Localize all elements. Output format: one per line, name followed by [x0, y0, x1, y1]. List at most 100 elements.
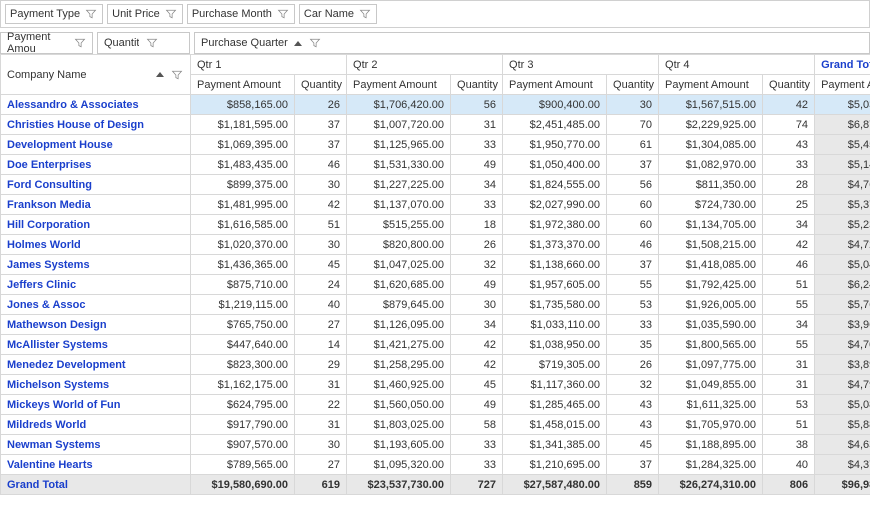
amount-cell[interactable]: $765,750.00 [191, 315, 295, 335]
qty-cell[interactable]: 30 [295, 235, 347, 255]
amount-cell[interactable]: $1,285,465.00 [503, 395, 607, 415]
qty-cell[interactable]: 51 [763, 275, 815, 295]
amount-cell[interactable]: $907,570.00 [191, 435, 295, 455]
filter-icon[interactable] [358, 7, 372, 21]
qty-cell[interactable]: 37 [295, 135, 347, 155]
qty-cell[interactable]: 55 [607, 275, 659, 295]
qty-cell[interactable]: 60 [607, 215, 659, 235]
hdr-qty[interactable]: Quantity [763, 75, 815, 95]
amount-cell[interactable]: $719,305.00 [503, 355, 607, 375]
qty-cell[interactable]: 32 [451, 255, 503, 275]
company-cell[interactable]: James Systems [1, 255, 191, 275]
amount-cell[interactable]: $1,097,775.00 [659, 355, 763, 375]
hdr-amount[interactable]: Payment Amount [503, 75, 607, 95]
qty-cell[interactable]: 55 [763, 295, 815, 315]
amount-cell[interactable]: $1,219,115.00 [191, 295, 295, 315]
amount-cell[interactable]: $1,162,175.00 [191, 375, 295, 395]
qty-cell[interactable]: 45 [607, 435, 659, 455]
qty-cell[interactable]: 45 [451, 375, 503, 395]
hdr-amount[interactable]: Payment Amount [347, 75, 451, 95]
amount-cell[interactable]: $875,710.00 [191, 275, 295, 295]
qty-cell[interactable]: 55 [763, 335, 815, 355]
amount-cell[interactable]: $1,373,370.00 [503, 235, 607, 255]
qty-cell[interactable]: 42 [763, 235, 815, 255]
company-cell[interactable]: Jones & Assoc [1, 295, 191, 315]
qty-cell[interactable]: 42 [763, 95, 815, 115]
company-cell[interactable]: McAllister Systems [1, 335, 191, 355]
gt-amount-cell[interactable]: $5,238,925.00 [815, 215, 870, 235]
amount-cell[interactable]: $1,134,705.00 [659, 215, 763, 235]
qty-cell[interactable]: 70 [607, 115, 659, 135]
filter-icon[interactable] [145, 36, 159, 50]
qty-cell[interactable]: 31 [451, 115, 503, 135]
gt-qty-cell[interactable]: 727 [451, 475, 503, 495]
amount-cell[interactable]: $1,227,225.00 [347, 175, 451, 195]
gt-amount-cell[interactable]: $6,246,425.00 [815, 275, 870, 295]
filter-chip[interactable]: Car Name [299, 4, 377, 24]
qty-cell[interactable]: 31 [295, 415, 347, 435]
gt-amount-cell[interactable]: $3,960,545.00 [815, 315, 870, 335]
qty-cell[interactable]: 30 [295, 175, 347, 195]
amount-cell[interactable]: $1,082,970.00 [659, 155, 763, 175]
gt-amount-cell[interactable]: $19,580,690.00 [191, 475, 295, 495]
amount-cell[interactable]: $1,137,070.00 [347, 195, 451, 215]
amount-cell[interactable]: $879,645.00 [347, 295, 451, 315]
company-cell[interactable]: Doe Enterprises [1, 155, 191, 175]
qty-cell[interactable]: 35 [607, 335, 659, 355]
amount-cell[interactable]: $1,304,085.00 [659, 135, 763, 155]
qty-cell[interactable]: 34 [763, 215, 815, 235]
qty-cell[interactable]: 42 [451, 355, 503, 375]
company-cell[interactable]: Newman Systems [1, 435, 191, 455]
amount-cell[interactable]: $1,926,005.00 [659, 295, 763, 315]
hdr-amount[interactable]: Payment Amount [191, 75, 295, 95]
company-cell[interactable]: Jeffers Clinic [1, 275, 191, 295]
amount-cell[interactable]: $1,341,385.00 [503, 435, 607, 455]
gt-amount-cell[interactable]: $27,587,480.00 [503, 475, 607, 495]
hdr-qty[interactable]: Quantity [451, 75, 503, 95]
amount-cell[interactable]: $899,375.00 [191, 175, 295, 195]
amount-cell[interactable]: $1,620,685.00 [347, 275, 451, 295]
gt-amount-cell[interactable]: $5,884,800.00 [815, 415, 870, 435]
gt-amount-cell[interactable]: $23,537,730.00 [347, 475, 451, 495]
hdr-amount[interactable]: Payment Amount [815, 75, 870, 95]
company-cell[interactable]: Alessandro & Associates [1, 95, 191, 115]
amount-cell[interactable]: $1,611,325.00 [659, 395, 763, 415]
gt-amount-cell[interactable]: $5,081,635.00 [815, 395, 870, 415]
amount-cell[interactable]: $1,418,085.00 [659, 255, 763, 275]
gt-amount-cell[interactable]: $5,040,135.00 [815, 255, 870, 275]
gt-qty-cell[interactable]: 619 [295, 475, 347, 495]
amount-cell[interactable]: $1,616,585.00 [191, 215, 295, 235]
column-field-chip[interactable]: Purchase Quarter [194, 32, 870, 54]
qty-cell[interactable]: 53 [763, 395, 815, 415]
gt-amount-cell[interactable]: $5,760,345.00 [815, 295, 870, 315]
amount-cell[interactable]: $1,508,215.00 [659, 235, 763, 255]
row-field-chip[interactable]: Company Name [7, 68, 184, 82]
amount-cell[interactable]: $624,795.00 [191, 395, 295, 415]
amount-cell[interactable]: $1,957,605.00 [503, 275, 607, 295]
filter-icon[interactable] [276, 7, 290, 21]
amount-cell[interactable]: $1,560,050.00 [347, 395, 451, 415]
qty-cell[interactable]: 37 [607, 455, 659, 475]
gt-amount-cell[interactable]: $4,790,315.00 [815, 375, 870, 395]
qty-cell[interactable]: 33 [763, 155, 815, 175]
hdr-qty[interactable]: Quantity [607, 75, 659, 95]
filter-icon[interactable] [74, 36, 86, 50]
company-cell[interactable]: Development House [1, 135, 191, 155]
amount-cell[interactable]: $2,229,925.00 [659, 115, 763, 135]
amount-cell[interactable]: $1,210,695.00 [503, 455, 607, 475]
company-cell[interactable]: Michelson Systems [1, 375, 191, 395]
qty-cell[interactable]: 33 [451, 135, 503, 155]
amount-cell[interactable]: $1,531,330.00 [347, 155, 451, 175]
amount-cell[interactable]: $1,803,025.00 [347, 415, 451, 435]
filter-chip[interactable]: Purchase Month [187, 4, 295, 24]
qty-cell[interactable]: 46 [763, 255, 815, 275]
qty-cell[interactable]: 38 [763, 435, 815, 455]
filter-icon[interactable] [170, 68, 184, 82]
qty-cell[interactable]: 37 [607, 255, 659, 275]
qty-cell[interactable]: 61 [607, 135, 659, 155]
qty-cell[interactable]: 51 [295, 215, 347, 235]
gt-amount-cell[interactable]: $4,631,455.00 [815, 435, 870, 455]
qty-cell[interactable]: 40 [295, 295, 347, 315]
qty-cell[interactable]: 53 [607, 295, 659, 315]
qty-cell[interactable]: 34 [451, 315, 503, 335]
